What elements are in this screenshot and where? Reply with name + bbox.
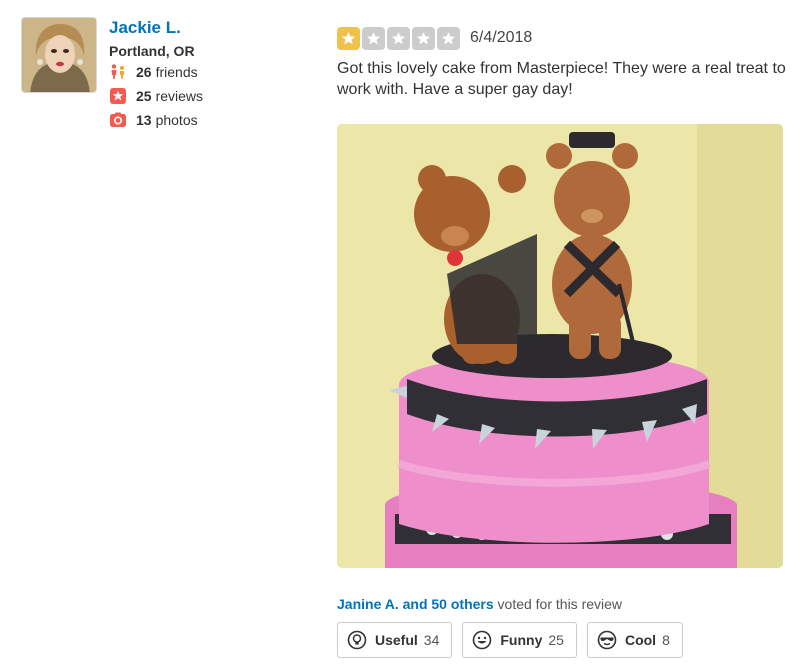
voters-link[interactable]: Janine A. and 50 others — [337, 596, 494, 612]
user-location: Portland, OR — [109, 43, 195, 59]
review-actions: Useful 34 Funny 25 Cool 8 — [337, 622, 683, 658]
funny-label: Funny — [500, 632, 543, 648]
photos-label: photos — [155, 112, 198, 128]
rating-star — [337, 26, 360, 50]
smiley-icon — [472, 630, 492, 650]
friends-count: 26 friends — [109, 60, 309, 84]
friends-label: friends — [155, 64, 198, 80]
rating-star — [362, 26, 385, 50]
cool-button[interactable]: Cool 8 — [586, 622, 683, 658]
photos-number: 13 — [136, 112, 152, 128]
review-content: 6/4/2018 Got this lovely cake from Maste… — [337, 26, 787, 658]
vote-summary: Janine A. and 50 others voted for this r… — [337, 596, 622, 612]
review-date: 6/4/2018 — [470, 29, 533, 46]
useful-button[interactable]: Useful 34 — [337, 622, 453, 658]
star-badge-icon — [109, 87, 127, 105]
avatar[interactable] — [21, 17, 97, 93]
vote-suffix: voted for this review — [493, 596, 623, 612]
sunglasses-icon — [597, 630, 617, 650]
rating-star — [412, 26, 435, 50]
reviews-count: 25 reviews — [109, 84, 309, 108]
rating-star — [387, 26, 410, 50]
review-text: Got this lovely cake from Masterpiece! T… — [337, 60, 786, 98]
useful-label: Useful — [375, 632, 418, 648]
star-rating — [337, 26, 460, 50]
useful-count: 34 — [423, 632, 440, 648]
reviews-label: reviews — [155, 88, 204, 104]
lightbulb-icon — [347, 630, 367, 650]
funny-count: 25 — [548, 632, 564, 648]
cool-count: 8 — [662, 632, 670, 648]
rating-star — [437, 26, 460, 50]
cool-label: Cool — [624, 632, 657, 648]
friends-icon — [109, 63, 127, 81]
friends-number: 26 — [136, 64, 152, 80]
photos-count: 13 photos — [109, 108, 309, 132]
review-photo[interactable] — [337, 124, 783, 568]
user-info: Jackie L. Portland, OR 26 friends 25 rev… — [109, 17, 309, 132]
funny-button[interactable]: Funny 25 — [462, 622, 577, 658]
camera-icon — [109, 111, 127, 129]
rating-row: 6/4/2018 — [337, 26, 787, 50]
user-name-link[interactable]: Jackie L. — [109, 17, 309, 39]
reviews-number: 25 — [136, 88, 152, 104]
